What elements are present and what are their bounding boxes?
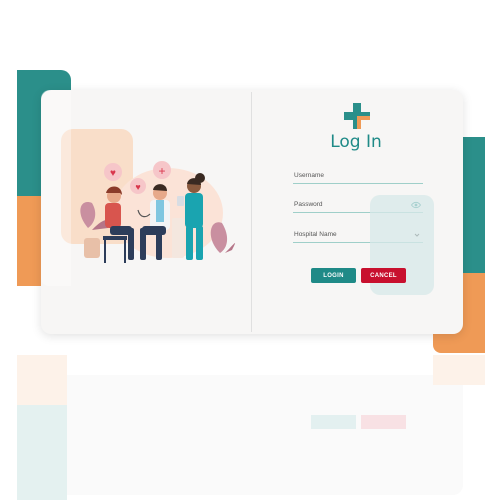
medical-cross-icon xyxy=(344,103,370,129)
reflection-cancel-button xyxy=(361,415,406,429)
reflection-card xyxy=(41,375,463,495)
svg-text:+: + xyxy=(158,164,165,178)
password-placeholder: Password xyxy=(294,201,323,208)
reflection-login-button xyxy=(311,415,356,429)
decor-glass-left xyxy=(41,90,71,286)
svg-text:♥: ♥ xyxy=(135,182,140,192)
hospital-name-placeholder: Hospital Name xyxy=(294,231,337,238)
card-divider xyxy=(251,92,252,332)
login-button[interactable]: LOGIN xyxy=(311,268,356,283)
doctor-patient-illustration: ♥ ♥ + xyxy=(80,161,236,263)
svg-text:♥: ♥ xyxy=(110,168,116,179)
reflection-orange-right xyxy=(433,355,485,385)
reflection-teal-left xyxy=(17,405,67,500)
cancel-button[interactable]: CANCEL xyxy=(361,268,406,283)
reflection xyxy=(0,355,500,500)
username-field[interactable]: Username xyxy=(293,171,423,184)
page-title: Log In xyxy=(330,132,382,152)
reflection-orange-left xyxy=(17,355,67,410)
username-placeholder: Username xyxy=(294,172,324,179)
